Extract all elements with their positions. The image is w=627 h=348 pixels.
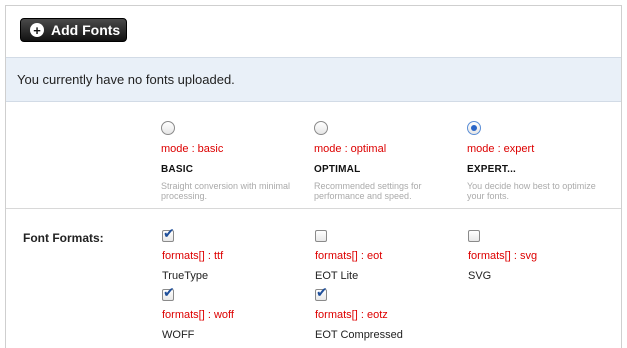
format-eot-checkbox[interactable] [315, 230, 327, 242]
format-woff-code: formats[] : woff [162, 309, 234, 321]
mode-optimal-radio[interactable] [314, 121, 328, 135]
format-option-svg: formats[] : svg SVG [468, 230, 537, 282]
no-fonts-notice: You currently have no fonts uploaded. [6, 57, 621, 102]
format-woff-name: WOFF [162, 329, 195, 341]
format-woff-checkbox[interactable] [162, 285, 175, 301]
add-fonts-label: Add Fonts [51, 22, 121, 38]
mode-option-basic: mode : basic BASIC Straight conversion w… [161, 121, 301, 201]
mode-basic-code: mode : basic [161, 143, 224, 155]
font-formats-row: Font Formats: formats[] : ttf TrueType f… [6, 209, 621, 348]
toolbar: + Add Fonts [6, 6, 621, 57]
format-eot-name: EOT Lite [315, 270, 359, 282]
format-option-eot: formats[] : eot EOT Lite [315, 230, 382, 282]
mode-expert-radio[interactable] [467, 121, 481, 135]
mode-basic-description: Straight conversion with minimal process… [161, 181, 291, 201]
mode-optimal-code: mode : optimal [314, 143, 387, 155]
mode-optimal-title: OPTIMAL [314, 164, 361, 175]
mode-options-row: mode : basic BASIC Straight conversion w… [6, 102, 621, 209]
font-formats-label: Font Formats: [23, 231, 104, 245]
mode-expert-description: You decide how best to optimize your fon… [467, 181, 596, 201]
format-option-woff: formats[] : woff WOFF [162, 285, 234, 341]
format-ttf-checkbox[interactable] [162, 226, 175, 242]
mode-option-optimal: mode : optimal OPTIMAL Recommended setti… [314, 121, 454, 201]
mode-optimal-description: Recommended settings for performance and… [314, 181, 422, 201]
add-fonts-button[interactable]: + Add Fonts [20, 18, 127, 42]
mode-basic-title: BASIC [161, 164, 194, 175]
format-option-eotz: formats[] : eotz EOT Compressed [315, 285, 403, 341]
mode-expert-title: EXPERT... [467, 164, 517, 175]
format-svg-checkbox[interactable] [468, 230, 480, 242]
format-svg-name: SVG [468, 270, 492, 282]
format-eot-code: formats[] : eot [315, 250, 383, 262]
format-ttf-code: formats[] : ttf [162, 250, 224, 262]
format-option-ttf: formats[] : ttf TrueType [162, 226, 224, 282]
format-eotz-checkbox[interactable] [315, 285, 328, 301]
format-ttf-name: TrueType [162, 270, 209, 282]
format-eotz-name: EOT Compressed [315, 329, 403, 341]
format-eotz-code: formats[] : eotz [315, 309, 388, 321]
plus-circle-icon: + [30, 23, 44, 37]
notice-text: You currently have no fonts uploaded. [17, 72, 235, 87]
mode-expert-code: mode : expert [467, 143, 535, 155]
mode-option-expert: mode : expert EXPERT... You decide how b… [467, 121, 607, 201]
mode-basic-radio[interactable] [161, 121, 175, 135]
font-generator-panel: + Add Fonts You currently have no fonts … [5, 5, 622, 348]
format-svg-code: formats[] : svg [468, 250, 538, 262]
